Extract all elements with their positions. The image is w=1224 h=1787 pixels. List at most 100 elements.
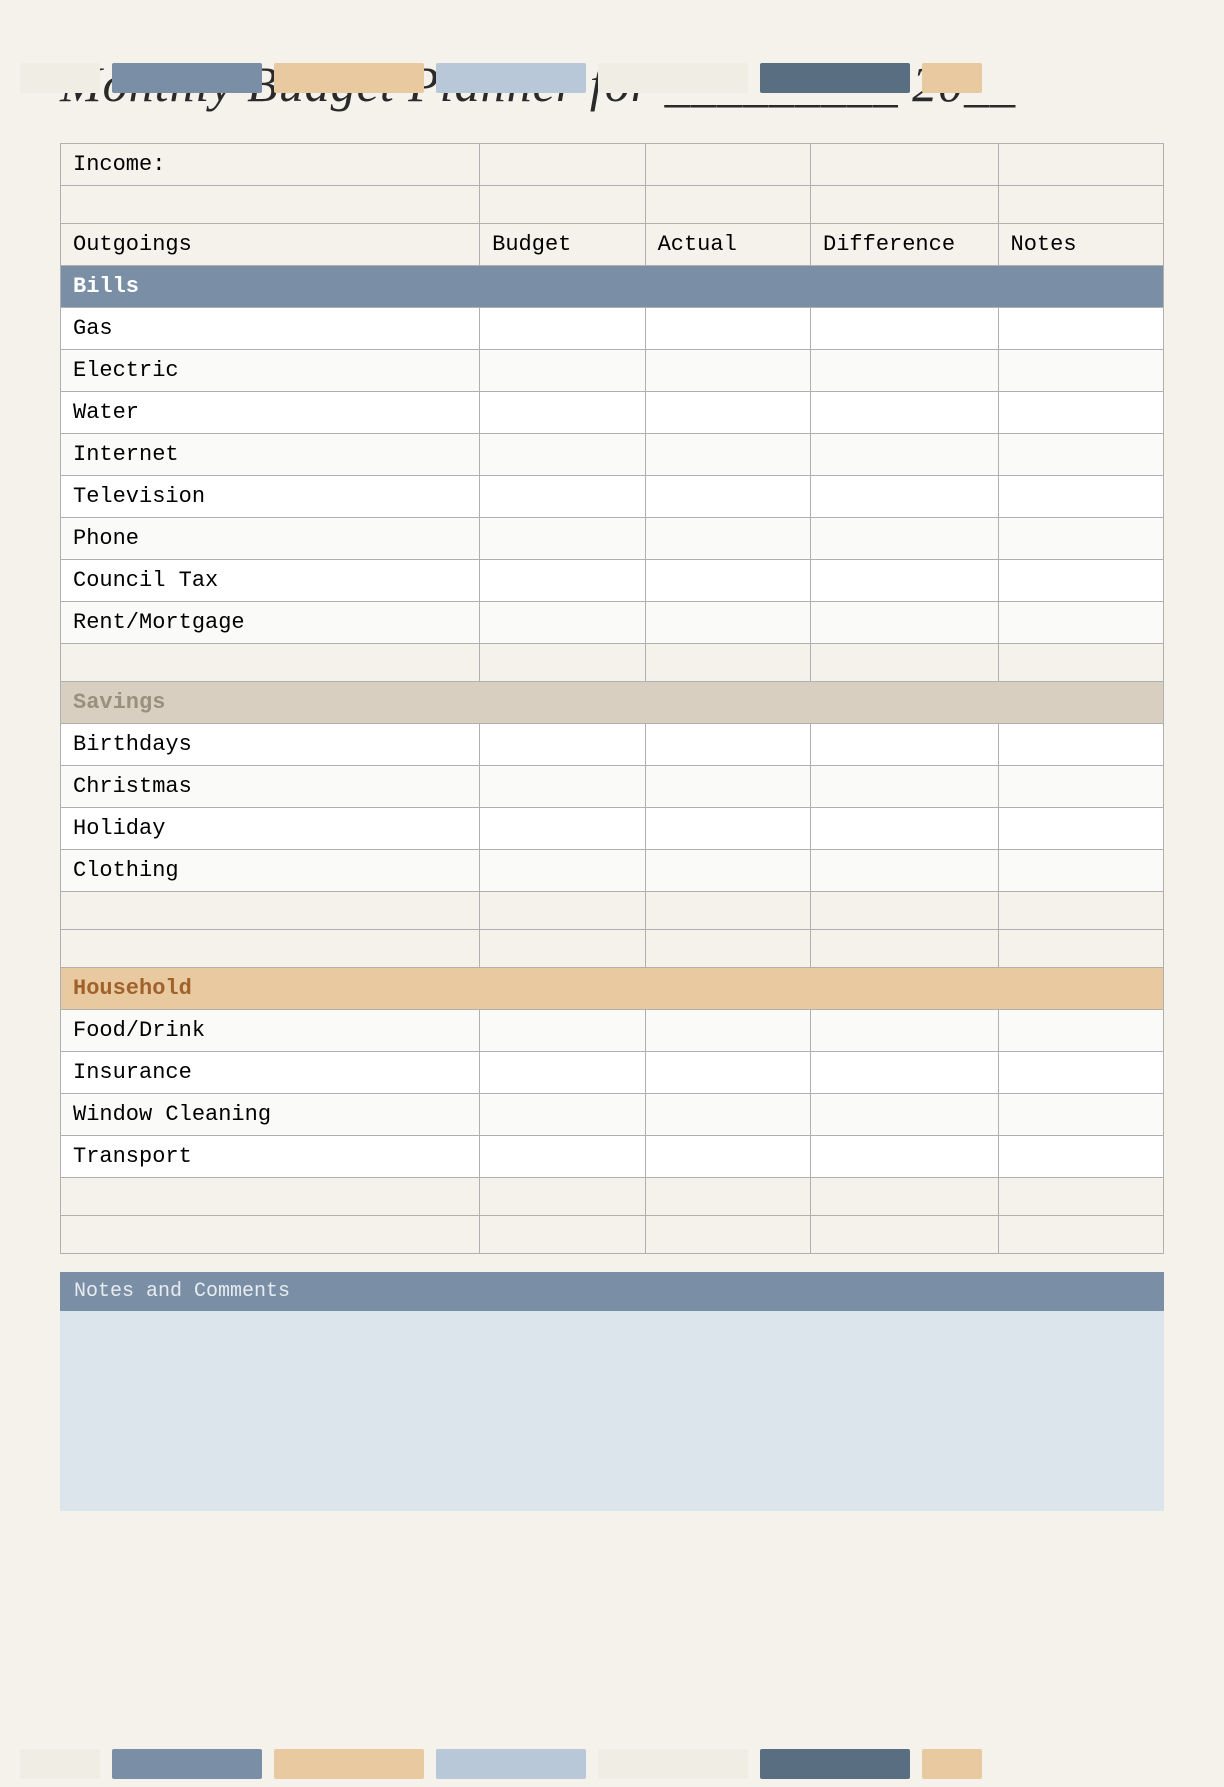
- diff-window-cleaning[interactable]: [811, 1094, 999, 1136]
- actual-holiday[interactable]: [645, 808, 810, 850]
- diff-water[interactable]: [811, 392, 999, 434]
- budget-insurance[interactable]: [480, 1052, 645, 1094]
- label-electric: Electric: [61, 350, 480, 392]
- label-television: Television: [61, 476, 480, 518]
- row-council-tax: Council Tax: [61, 560, 1164, 602]
- income-notes-cell[interactable]: [998, 144, 1163, 186]
- diff-rent-mortgage[interactable]: [811, 602, 999, 644]
- actual-transport[interactable]: [645, 1136, 810, 1178]
- actual-council-tax[interactable]: [645, 560, 810, 602]
- label-insurance: Insurance: [61, 1052, 480, 1094]
- notes-gas[interactable]: [998, 308, 1163, 350]
- budget-internet[interactable]: [480, 434, 645, 476]
- deco-block-6: [760, 63, 910, 93]
- actual-water[interactable]: [645, 392, 810, 434]
- row-rent-mortgage: Rent/Mortgage: [61, 602, 1164, 644]
- deco-bottom-5: [598, 1749, 748, 1779]
- diff-christmas[interactable]: [811, 766, 999, 808]
- notes-insurance[interactable]: [998, 1052, 1163, 1094]
- label-rent-mortgage: Rent/Mortgage: [61, 602, 480, 644]
- diff-electric[interactable]: [811, 350, 999, 392]
- notes-water[interactable]: [998, 392, 1163, 434]
- notes-clothing[interactable]: [998, 850, 1163, 892]
- notes-birthdays[interactable]: [998, 724, 1163, 766]
- budget-television[interactable]: [480, 476, 645, 518]
- notes-rent-mortgage[interactable]: [998, 602, 1163, 644]
- label-birthdays: Birthdays: [61, 724, 480, 766]
- row-holiday: Holiday: [61, 808, 1164, 850]
- budget-electric[interactable]: [480, 350, 645, 392]
- diff-internet[interactable]: [811, 434, 999, 476]
- label-christmas: Christmas: [61, 766, 480, 808]
- label-clothing: Clothing: [61, 850, 480, 892]
- actual-phone[interactable]: [645, 518, 810, 560]
- col-header-actual: Actual: [645, 224, 810, 266]
- actual-food-drink[interactable]: [645, 1010, 810, 1052]
- budget-phone[interactable]: [480, 518, 645, 560]
- blank-row-savings-2: [61, 930, 1164, 968]
- diff-gas[interactable]: [811, 308, 999, 350]
- row-transport: Transport: [61, 1136, 1164, 1178]
- notes-body[interactable]: [60, 1311, 1164, 1511]
- deco-block-3: [274, 63, 424, 93]
- notes-window-cleaning[interactable]: [998, 1094, 1163, 1136]
- diff-holiday[interactable]: [811, 808, 999, 850]
- actual-birthdays[interactable]: [645, 724, 810, 766]
- notes-electric[interactable]: [998, 350, 1163, 392]
- budget-christmas[interactable]: [480, 766, 645, 808]
- income-budget-cell[interactable]: [480, 144, 645, 186]
- actual-gas[interactable]: [645, 308, 810, 350]
- budget-clothing[interactable]: [480, 850, 645, 892]
- actual-window-cleaning[interactable]: [645, 1094, 810, 1136]
- budget-transport[interactable]: [480, 1136, 645, 1178]
- diff-council-tax[interactable]: [811, 560, 999, 602]
- income-row: Income:: [61, 144, 1164, 186]
- notes-holiday[interactable]: [998, 808, 1163, 850]
- notes-transport[interactable]: [998, 1136, 1163, 1178]
- diff-clothing[interactable]: [811, 850, 999, 892]
- notes-food-drink[interactable]: [998, 1010, 1163, 1052]
- row-christmas: Christmas: [61, 766, 1164, 808]
- column-header-row: Outgoings Budget Actual Difference Notes: [61, 224, 1164, 266]
- diff-insurance[interactable]: [811, 1052, 999, 1094]
- budget-holiday[interactable]: [480, 808, 645, 850]
- notes-council-tax[interactable]: [998, 560, 1163, 602]
- diff-phone[interactable]: [811, 518, 999, 560]
- actual-clothing[interactable]: [645, 850, 810, 892]
- income-actual-cell[interactable]: [645, 144, 810, 186]
- budget-table: Income: Outgoings Budget Actual Differen…: [60, 143, 1164, 1254]
- actual-christmas[interactable]: [645, 766, 810, 808]
- actual-television[interactable]: [645, 476, 810, 518]
- notes-phone[interactable]: [998, 518, 1163, 560]
- diff-transport[interactable]: [811, 1136, 999, 1178]
- actual-electric[interactable]: [645, 350, 810, 392]
- actual-insurance[interactable]: [645, 1052, 810, 1094]
- label-transport: Transport: [61, 1136, 480, 1178]
- actual-rent-mortgage[interactable]: [645, 602, 810, 644]
- diff-birthdays[interactable]: [811, 724, 999, 766]
- label-food-drink: Food/Drink: [61, 1010, 480, 1052]
- diff-food-drink[interactable]: [811, 1010, 999, 1052]
- budget-window-cleaning[interactable]: [480, 1094, 645, 1136]
- budget-council-tax[interactable]: [480, 560, 645, 602]
- notes-header: Notes and Comments: [60, 1272, 1164, 1311]
- budget-gas[interactable]: [480, 308, 645, 350]
- budget-water[interactable]: [480, 392, 645, 434]
- bills-label: Bills: [61, 266, 1164, 308]
- income-diff-cell[interactable]: [811, 144, 999, 186]
- row-insurance: Insurance: [61, 1052, 1164, 1094]
- budget-birthdays[interactable]: [480, 724, 645, 766]
- actual-internet[interactable]: [645, 434, 810, 476]
- budget-food-drink[interactable]: [480, 1010, 645, 1052]
- notes-television[interactable]: [998, 476, 1163, 518]
- budget-rent-mortgage[interactable]: [480, 602, 645, 644]
- notes-internet[interactable]: [998, 434, 1163, 476]
- blank-row-bills: [61, 644, 1164, 682]
- notes-christmas[interactable]: [998, 766, 1163, 808]
- label-gas: Gas: [61, 308, 480, 350]
- deco-block-4: [436, 63, 586, 93]
- deco-block-5: [598, 63, 748, 93]
- diff-television[interactable]: [811, 476, 999, 518]
- row-food-drink: Food/Drink: [61, 1010, 1164, 1052]
- section-savings-header: Savings: [61, 682, 1164, 724]
